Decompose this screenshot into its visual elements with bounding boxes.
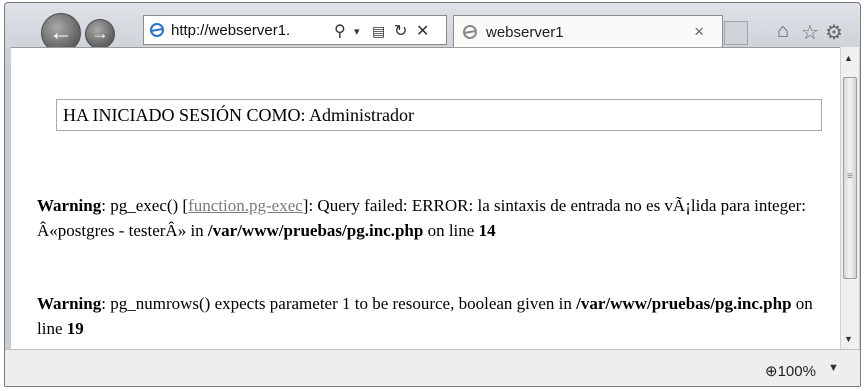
favorites-star-icon[interactable]: ☆ xyxy=(801,20,819,45)
settings-gear-icon[interactable]: ⚙ xyxy=(825,20,843,45)
zoom-dropdown-icon[interactable]: ▼ xyxy=(828,362,839,374)
vertical-scrollbar[interactable]: ▲ ≡ ▼ xyxy=(840,47,859,349)
file-path: /var/www/pruebas/pg.inc.php xyxy=(207,221,424,240)
login-status-box: HA INICIADO SESIÓN COMO: Administrador xyxy=(56,99,822,131)
login-status-text: HA INICIADO SESIÓN COMO: Administrador xyxy=(63,105,414,125)
scroll-down-icon[interactable]: ▼ xyxy=(844,334,853,344)
browser-window: ← → http://webserver1. ⚲ ▾ ▤ ↻ ✕ webserv… xyxy=(4,2,861,387)
new-tab-button[interactable] xyxy=(724,21,748,45)
warning-text: : pg_exec() [ xyxy=(101,196,189,215)
warning-label: Warning xyxy=(37,294,102,313)
warning-label: Warning xyxy=(37,196,102,215)
scroll-thumb[interactable]: ≡ xyxy=(843,77,857,279)
stop-icon[interactable]: ✕ xyxy=(416,21,429,41)
grip-icon: ≡ xyxy=(847,171,853,182)
tab-close-icon[interactable]: × xyxy=(694,22,704,42)
tab-title: webserver1 xyxy=(486,24,564,41)
page-content: HA INICIADO SESIÓN COMO: Administrador W… xyxy=(11,47,840,350)
forward-icon: → xyxy=(91,24,109,43)
zoom-value: 100% xyxy=(777,363,816,380)
line-number: 19 xyxy=(66,319,84,338)
refresh-icon[interactable]: ↻ xyxy=(394,21,407,41)
warning-text: on line xyxy=(423,221,479,240)
tab-webserver1[interactable]: webserver1 × xyxy=(453,15,723,47)
address-dropdown-icon[interactable]: ▾ xyxy=(354,25,360,38)
ie-tab-icon xyxy=(463,25,477,39)
back-icon: ← xyxy=(49,19,73,46)
warning-text: : pg_numrows() expects parameter 1 to be… xyxy=(101,294,577,313)
status-bar: ⊕100% ▼ xyxy=(5,349,860,386)
compat-view-icon[interactable]: ▤ xyxy=(372,23,385,40)
line-number: 14 xyxy=(478,221,496,240)
address-bar[interactable]: http://webserver1. ⚲ ▾ ▤ ↻ ✕ xyxy=(143,15,447,45)
home-icon[interactable]: ⌂ xyxy=(777,20,789,43)
function-link[interactable]: function.pg-exec xyxy=(188,196,303,215)
file-path: /var/www/pruebas/pg.inc.php xyxy=(576,294,792,313)
address-url[interactable]: http://webserver1. xyxy=(171,22,290,39)
zoom-level[interactable]: ⊕100% xyxy=(765,362,816,380)
forward-button[interactable]: → xyxy=(85,19,115,49)
search-icon[interactable]: ⚲ xyxy=(334,21,346,41)
scroll-up-icon[interactable]: ▲ xyxy=(844,53,853,63)
warning-message-2: Warning: pg_numrows() expects parameter … xyxy=(37,291,817,341)
warning-message-1: Warning: pg_exec() [function.pg-exec]: Q… xyxy=(37,193,817,243)
ie-page-icon xyxy=(150,23,164,37)
